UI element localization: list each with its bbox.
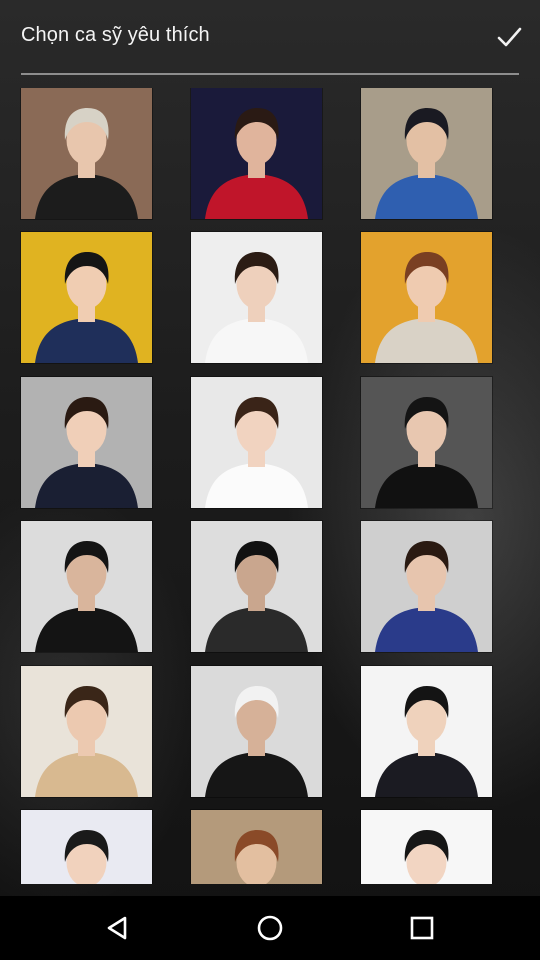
singer-tile[interactable] [191,377,322,508]
singer-grid [0,88,540,884]
singer-tile[interactable] [361,666,492,797]
confirm-button[interactable] [492,20,526,54]
page-title: Chọn ca sỹ yêu thích [21,24,210,46]
singer-tile[interactable] [191,88,322,219]
check-icon [497,27,522,47]
singer-photo [21,232,152,363]
singer-photo [191,521,322,652]
singer-tile[interactable] [21,810,152,884]
back-icon [107,916,127,940]
singer-photo [191,88,322,219]
singer-photo [191,666,322,797]
singer-tile[interactable] [361,377,492,508]
header: Chọn ca sỹ yêu thích [0,0,540,75]
singer-photo [361,666,492,797]
singer-photo [361,377,492,508]
recents-button[interactable] [392,904,452,952]
recents-icon [410,916,434,940]
home-icon [257,915,283,941]
singer-tile[interactable] [361,88,492,219]
singer-photo [361,521,492,652]
singer-tile[interactable] [21,88,152,219]
singer-photo [21,88,152,219]
singer-tile[interactable] [361,232,492,363]
singer-tile[interactable] [191,810,322,884]
singer-photo [21,377,152,508]
singer-photo [361,810,492,884]
singer-tile[interactable] [361,521,492,652]
singer-photo [191,232,322,363]
singer-photo [191,810,322,884]
singer-photo [21,521,152,652]
singer-tile[interactable] [191,521,322,652]
navigation-bar [0,896,540,960]
singer-tile[interactable] [191,232,322,363]
singer-photo [191,377,322,508]
singer-tile[interactable] [21,521,152,652]
singer-tile[interactable] [191,666,322,797]
singer-tile[interactable] [21,377,152,508]
singer-photo [361,232,492,363]
singer-photo [21,666,152,797]
home-button[interactable] [240,904,300,952]
singer-photo [21,810,152,884]
singer-tile[interactable] [361,810,492,884]
singer-tile[interactable] [21,232,152,363]
back-button[interactable] [88,904,148,952]
divider [21,73,519,75]
singer-tile[interactable] [21,666,152,797]
singer-photo [361,88,492,219]
